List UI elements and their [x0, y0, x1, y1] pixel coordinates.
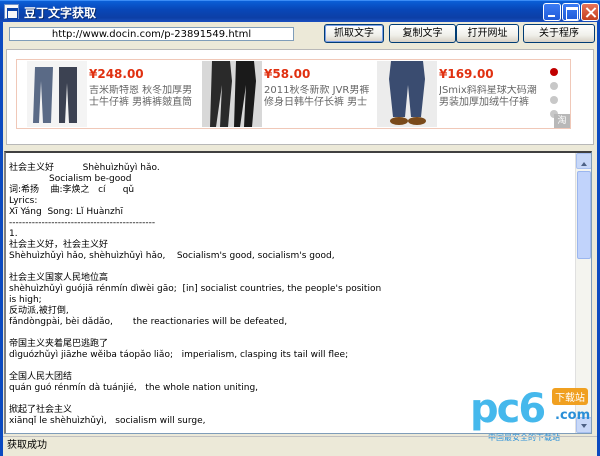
- product-info: ¥248.00 吉米斯特恩 秋冬加厚男士牛仔裤 男裤裤皴直筒: [89, 67, 195, 109]
- product-description: 吉米斯特恩 秋冬加厚男士牛仔裤 男裤裤皴直筒: [89, 85, 193, 108]
- taobao-badge[interactable]: 淘: [554, 114, 570, 128]
- status-text: 获取成功: [7, 440, 47, 451]
- product-info: ¥169.00 JSmix斜斜星球大码潮男装加厚加绒牛仔裤K043: [439, 67, 545, 109]
- scroll-thumb[interactable]: [577, 171, 591, 259]
- product-price: ¥248.00: [89, 67, 144, 81]
- ad-carousel[interactable]: ¥248.00 吉米斯特恩 秋冬加厚男士牛仔裤 男裤裤皴直筒 ¥58.00 20…: [16, 59, 571, 129]
- watermark-dotcom: .com: [555, 408, 591, 423]
- watermark-logo-text: pc6: [470, 386, 546, 432]
- product-info: ¥58.00 2011秋冬新款 JVR男裤修身日韩牛仔长裤 男士: [264, 67, 370, 109]
- url-input[interactable]: [9, 27, 294, 41]
- scroll-up-arrow-icon[interactable]: [576, 153, 591, 169]
- open-url-button[interactable]: 打开网址: [456, 24, 519, 43]
- window-frame-left: [0, 22, 3, 456]
- grab-text-button[interactable]: 抓取文字: [324, 24, 384, 43]
- carousel-dot[interactable]: [550, 82, 558, 90]
- copy-text-button[interactable]: 复制文字: [389, 24, 456, 43]
- product-price: ¥58.00: [264, 67, 311, 81]
- window-title: 豆丁文字获取: [24, 6, 97, 20]
- minimize-button[interactable]: [543, 3, 561, 21]
- product-description: 2011秋冬新款 JVR男裤修身日韩牛仔长裤 男士: [264, 85, 370, 108]
- product-image: [202, 61, 262, 127]
- ad-banner: ¥248.00 吉米斯特恩 秋冬加厚男士牛仔裤 男裤裤皴直筒 ¥58.00 20…: [6, 49, 594, 145]
- maximize-button[interactable]: [562, 3, 580, 21]
- product-price: ¥169.00: [439, 67, 494, 81]
- watermark-badge: 下载站: [552, 388, 588, 405]
- pc6-watermark-logo: pc6 下载站 .com 中国最安全的下载站: [470, 386, 594, 442]
- carousel-dot[interactable]: [550, 96, 558, 104]
- product-description: JSmix斜斜星球大码潮男装加厚加绒牛仔裤K043: [439, 85, 537, 108]
- status-bar: 获取成功: [3, 436, 597, 454]
- product-image: [377, 61, 437, 127]
- about-button[interactable]: 关于程序: [523, 24, 595, 43]
- product-image: [27, 61, 87, 127]
- app-window-icon: [4, 4, 19, 19]
- close-button[interactable]: [581, 3, 599, 21]
- carousel-dot-active[interactable]: [550, 68, 558, 76]
- title-bar[interactable]: 豆丁文字获取: [0, 0, 600, 22]
